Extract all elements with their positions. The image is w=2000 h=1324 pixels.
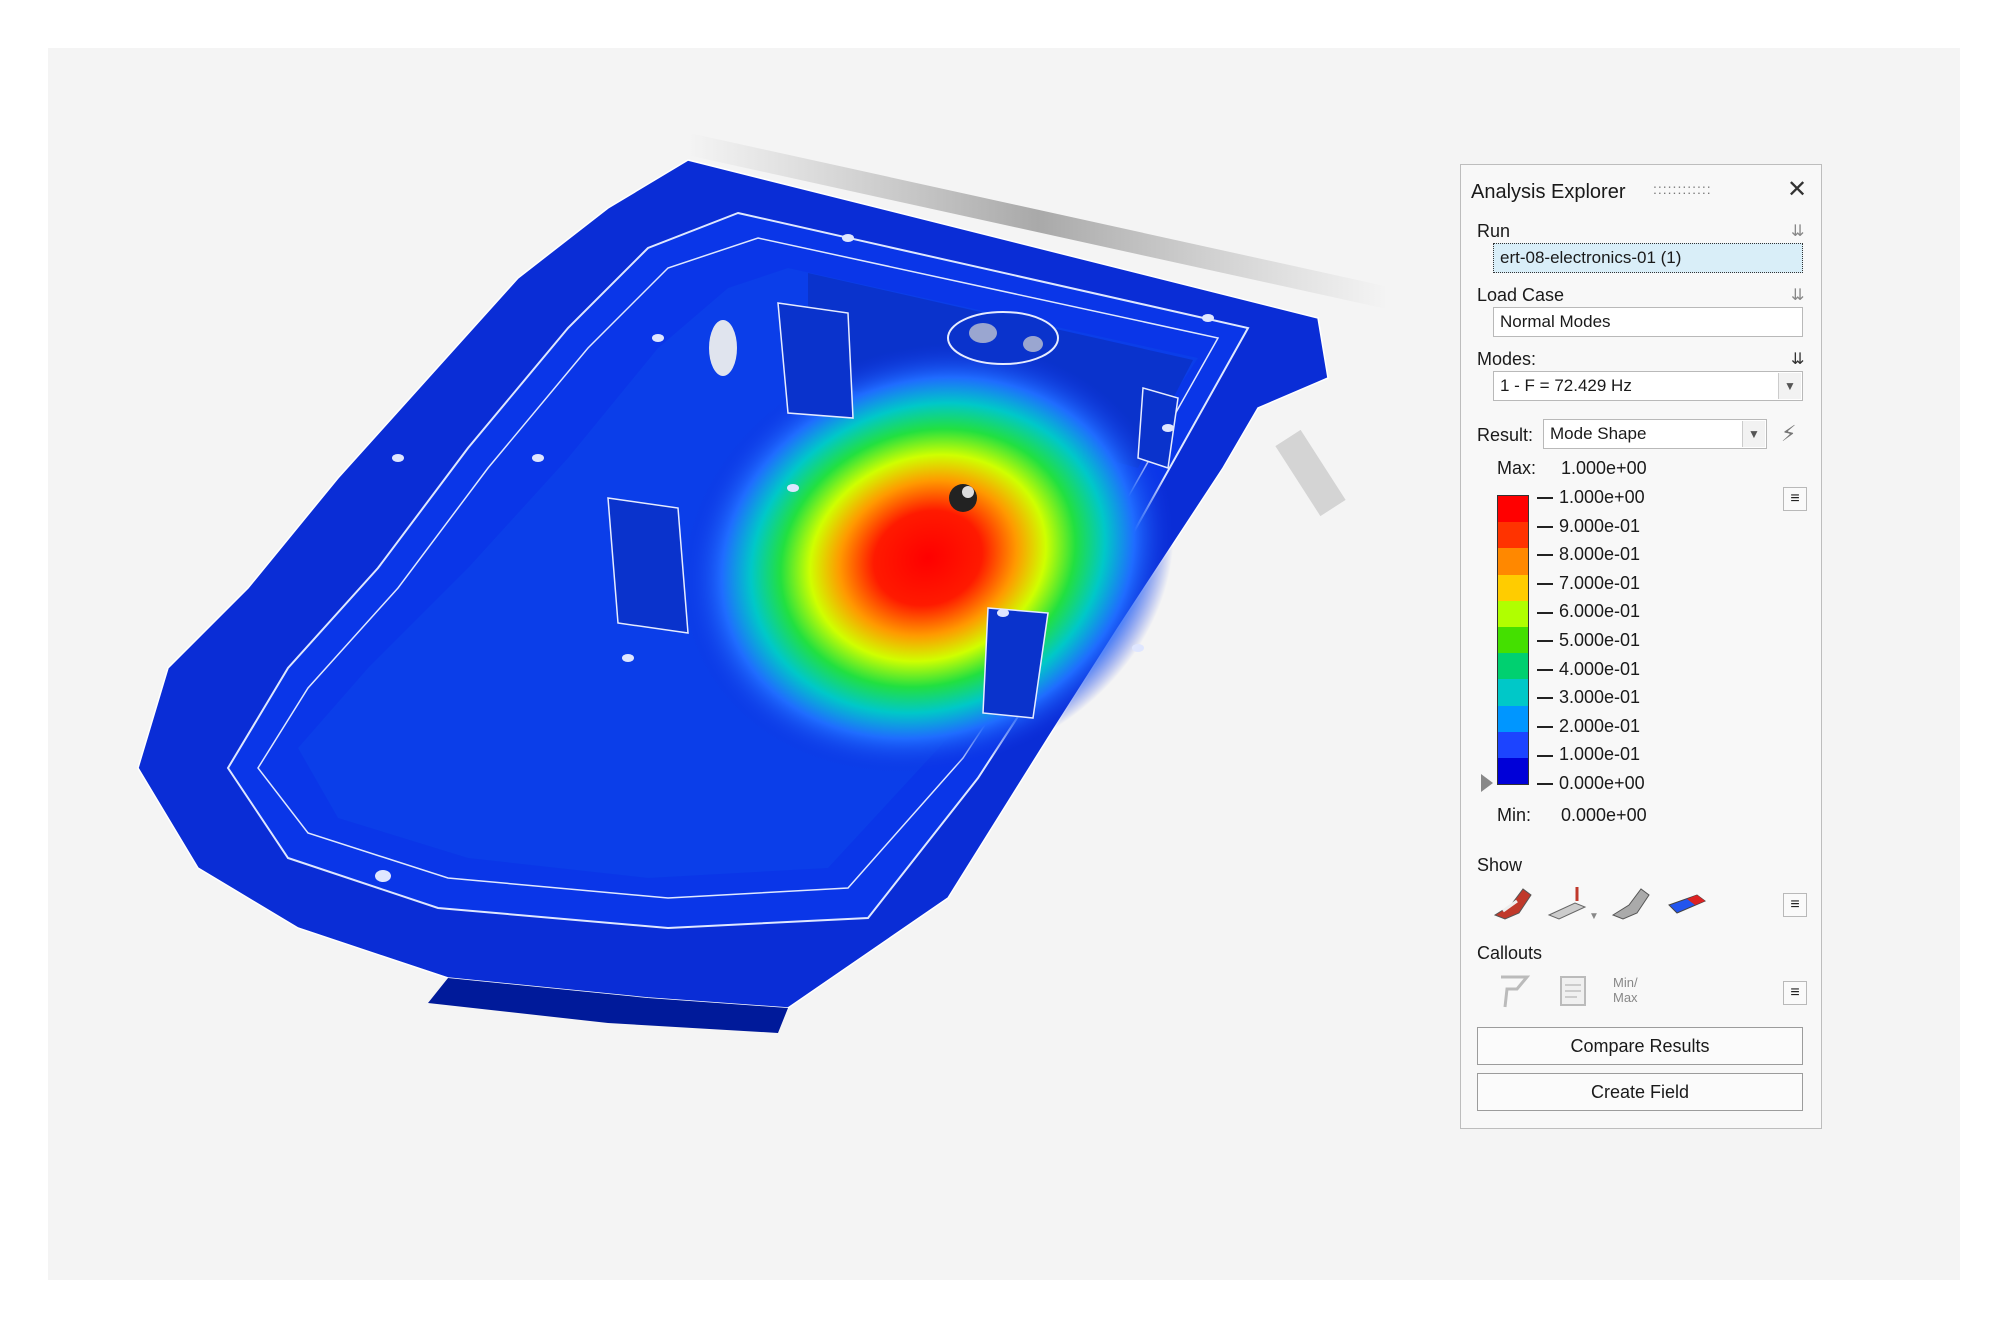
show-model-icon[interactable] — [1493, 885, 1533, 921]
legend-color-band — [1498, 522, 1528, 549]
legend-color-band — [1498, 705, 1528, 732]
legend-pointer-icon[interactable] — [1481, 774, 1493, 792]
legend-tick-label: 5.000e-01 — [1537, 630, 1640, 650]
show-menu-icon[interactable]: ≡ — [1783, 893, 1807, 917]
legend-menu-icon[interactable]: ≡ — [1783, 487, 1807, 511]
create-field-button[interactable]: Create Field — [1477, 1073, 1803, 1111]
show-undeformed-icon[interactable] — [1611, 885, 1651, 921]
modes-select-value: 1 - F = 72.429 Hz — [1500, 376, 1632, 395]
run-collapse-chevron-icon[interactable]: ⇊ — [1791, 221, 1804, 241]
lightning-icon[interactable]: ⚡︎ — [1781, 421, 1796, 447]
result-select-value: Mode Shape — [1550, 424, 1647, 443]
show-label: Show — [1477, 855, 1523, 875]
legend-tick-label: 7.000e-01 — [1537, 573, 1640, 593]
load-case-field[interactable]: Normal Modes — [1493, 307, 1803, 337]
legend-min-value: 0.000e+00 — [1561, 805, 1647, 825]
modes-collapse-chevron-icon[interactable]: ⇊ — [1791, 349, 1804, 369]
show-loads-icon[interactable] — [1547, 885, 1587, 921]
show-contour-icon[interactable] — [1667, 891, 1707, 917]
legend-color-band — [1498, 653, 1528, 680]
legend-max-value: 1.000e+00 — [1561, 458, 1647, 478]
probe-marker — [949, 484, 977, 512]
legend-tick-label: 3.000e-01 — [1537, 687, 1640, 707]
chevron-down-icon[interactable]: ▼ — [1742, 421, 1765, 447]
legend-tick-label: 4.000e-01 — [1537, 659, 1640, 679]
legend-color-band — [1498, 679, 1528, 706]
compare-results-button[interactable]: Compare Results — [1477, 1027, 1803, 1065]
legend-color-band — [1498, 757, 1528, 785]
legend-tick-label: 9.000e-01 — [1537, 516, 1640, 536]
legend-color-band — [1498, 731, 1528, 758]
run-field[interactable]: ert-08-electronics-01 (1) — [1493, 243, 1803, 273]
legend-max-label: Max: — [1497, 458, 1537, 478]
show-loads-dropdown-icon[interactable]: ▼ — [1589, 911, 1599, 922]
panel-title: Analysis Explorer — [1471, 181, 1626, 203]
legend-color-band — [1498, 626, 1528, 654]
load-case-label: Load Case — [1477, 285, 1565, 305]
callouts-menu-icon[interactable]: ≡ — [1783, 981, 1807, 1005]
drag-grip-icon[interactable]: :::::::::::: — [1653, 181, 1712, 197]
modes-label: Modes: — [1477, 349, 1537, 369]
chevron-down-icon[interactable]: ▼ — [1778, 373, 1801, 399]
legend-color-band — [1498, 574, 1528, 601]
callout-note-icon[interactable] — [1557, 973, 1591, 1009]
result-label: Result: — [1477, 425, 1534, 445]
legend-min-label: Min: — [1497, 805, 1532, 825]
modes-select[interactable]: 1 - F = 72.429 Hz ▼ — [1493, 371, 1803, 401]
legend-tick-label: 0.000e+00 — [1537, 773, 1645, 793]
callout-flag-icon[interactable] — [1497, 973, 1531, 1009]
legend-tick-label: 1.000e+00 — [1537, 487, 1645, 507]
legend-color-band — [1498, 600, 1528, 627]
callout-minmax-button[interactable]: Min/ Max — [1613, 975, 1638, 1005]
close-icon[interactable]: ✕ — [1787, 175, 1807, 204]
analysis-explorer-panel: Analysis Explorer :::::::::::: ✕ Run ⇊ e… — [1460, 164, 1822, 1129]
result-select[interactable]: Mode Shape ▼ — [1543, 419, 1767, 449]
legend-color-band — [1498, 548, 1528, 575]
callouts-label: Callouts — [1477, 943, 1543, 963]
color-legend-bar — [1497, 495, 1529, 785]
legend-color-band — [1498, 496, 1528, 523]
load-case-collapse-chevron-icon[interactable]: ⇊ — [1791, 285, 1804, 305]
legend-tick-label: 6.000e-01 — [1537, 601, 1640, 621]
legend-tick-label: 1.000e-01 — [1537, 744, 1640, 764]
legend-tick-label: 2.000e-01 — [1537, 716, 1640, 736]
legend-tick-label: 8.000e-01 — [1537, 544, 1640, 564]
run-label: Run — [1477, 221, 1511, 241]
